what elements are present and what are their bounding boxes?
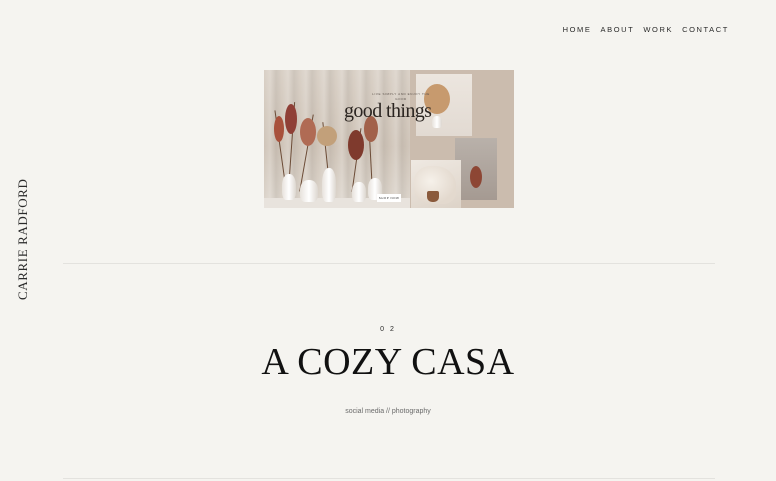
mockup-vase (322, 168, 336, 202)
nav-home[interactable]: HOME (563, 25, 592, 34)
mockup-bloom (274, 116, 284, 142)
mockup-cup (427, 191, 439, 202)
nav-about[interactable]: ABOUT (601, 25, 635, 34)
section-divider (63, 478, 715, 479)
mockup-bloom (348, 130, 364, 160)
top-nav: HOME ABOUT WORK CONTACT (563, 25, 729, 34)
nav-contact[interactable]: CONTACT (682, 25, 729, 34)
mockup-vase (432, 116, 442, 128)
section-divider (63, 263, 715, 264)
mockup-bloom (285, 104, 297, 134)
mockup-vase (282, 174, 296, 200)
mockup-bloom (470, 166, 482, 188)
project-number: 0 2 (380, 326, 396, 333)
project-tags: social media // photography (345, 408, 431, 415)
project-title[interactable]: A COZY CASA (0, 340, 776, 384)
mockup-bloom (300, 118, 316, 146)
mockup-headline: good things (344, 100, 432, 122)
mockup-vase (352, 182, 366, 202)
nav-work[interactable]: WORK (643, 25, 673, 34)
portfolio-page: HOME ABOUT WORK CONTACT CARRIE RADFORD L… (0, 0, 776, 481)
mockup-bloom (317, 126, 337, 146)
brand-logo[interactable]: CARRIE RADFORD (15, 179, 31, 300)
mockup-vase (300, 180, 318, 202)
mockup-shop-button: SHOP NOW (377, 194, 401, 202)
project-preview-image[interactable]: LIVE SIMPLY AND ENJOY THE GOOD good thin… (264, 70, 514, 208)
